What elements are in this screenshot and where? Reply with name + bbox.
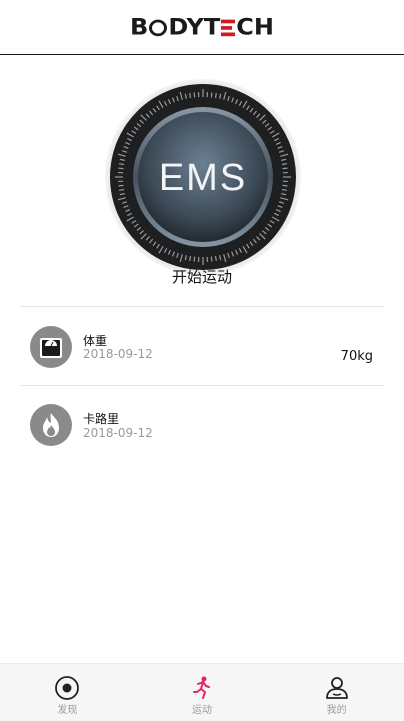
tab-label: 我的	[269, 701, 404, 716]
record-date: 2018-09-12	[83, 426, 153, 440]
flame-icon	[30, 404, 72, 446]
weight-record[interactable]: 体重 2018-09-12 70kg	[0, 307, 404, 385]
record-title: 卡路里	[83, 410, 119, 427]
dial-tick	[211, 257, 212, 262]
dial-tick	[216, 256, 217, 261]
dial-tick	[118, 185, 123, 186]
bottom-tab-bar: 发现 运动 我的	[0, 663, 404, 721]
dial-tick	[194, 257, 195, 262]
ems-dial[interactable]: EMS	[104, 78, 302, 276]
dial-tick	[283, 185, 288, 186]
start-exercise-label[interactable]: 开始运动	[0, 266, 404, 287]
dial-tick	[119, 164, 124, 165]
scale-icon	[30, 326, 72, 368]
tab-discover[interactable]: 发现	[0, 664, 135, 721]
dial-tick	[190, 256, 191, 261]
dial-tick	[119, 190, 124, 191]
dial-tick	[283, 168, 288, 169]
dial-tick	[282, 190, 287, 191]
profile-icon	[324, 675, 350, 701]
start-exercise-button[interactable]: EMS	[104, 78, 302, 276]
record-value: 70kg	[341, 349, 373, 364]
ems-label: EMS	[159, 157, 247, 199]
dial-tick	[216, 93, 217, 98]
tab-profile[interactable]: 我的	[269, 664, 404, 721]
tab-label: 发现	[0, 701, 135, 716]
calorie-record[interactable]: 卡路里 2018-09-12	[0, 386, 404, 464]
tab-exercise[interactable]: 运动	[135, 664, 270, 721]
dial-tick	[118, 168, 123, 169]
record-date: 2018-09-12	[83, 347, 153, 361]
dial-tick	[190, 93, 191, 98]
tab-label: 运动	[135, 701, 270, 716]
dial-tick	[211, 92, 212, 97]
dial-tick	[194, 92, 195, 97]
running-icon	[189, 675, 215, 701]
discover-icon	[54, 675, 80, 701]
brand-logo: BDYTCH	[130, 14, 274, 40]
dial-tick	[282, 164, 287, 165]
app-header: BDYTCH	[0, 0, 404, 55]
